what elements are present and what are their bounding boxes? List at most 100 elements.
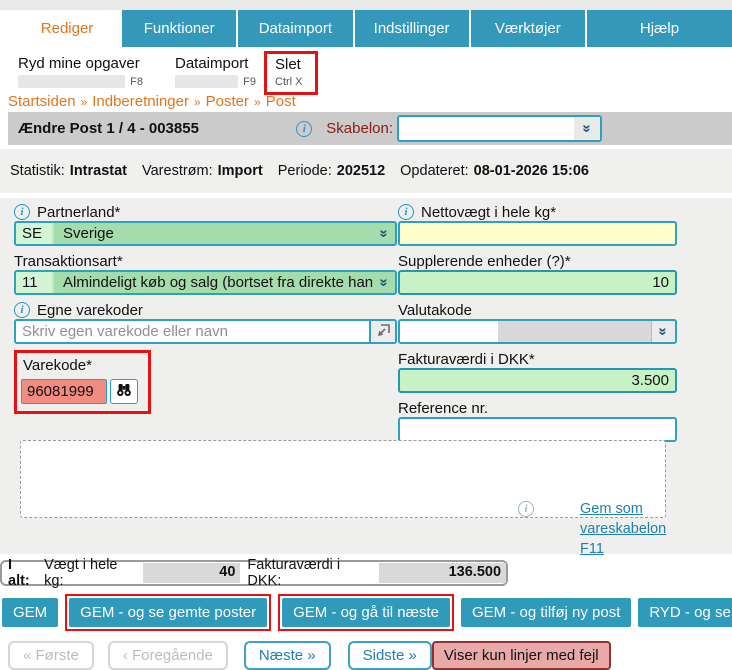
shortcut-row: Ctrl X xyxy=(275,76,303,88)
partnerland-label-row: i Partnerland* xyxy=(14,203,397,221)
shortcut-key: Ctrl X xyxy=(275,76,303,88)
tab-funktioner[interactable]: Funktioner xyxy=(122,10,236,47)
transaktionsart-select[interactable]: 11 Almindeligt køb og salg (bortset fra … xyxy=(14,270,397,295)
gem-og-se-gemte-poster-button[interactable]: GEM - og se gemte poster xyxy=(69,598,267,627)
totals-weight-label: Vægt i hele kg: xyxy=(44,557,138,589)
corner-arrow-icon xyxy=(377,324,390,340)
toolbar-item-label[interactable]: Slet xyxy=(275,56,303,73)
error-filter-badge[interactable]: Viser kun linjer med fejl xyxy=(432,641,611,670)
chevron-down-icon[interactable]: » xyxy=(373,272,395,293)
totals-weight-value: 40 xyxy=(143,563,241,583)
form-right-column: i Nettovægt i hele kg* Supplerende enhed… xyxy=(398,198,677,442)
breadcrumb: Startsiden » Indberetninger » Poster » Post xyxy=(0,87,732,108)
valutakode-label-row: Valutakode xyxy=(398,301,677,319)
valutakode-disabled-area xyxy=(498,321,651,342)
last-page-button[interactable]: Sidste » xyxy=(348,641,432,670)
valutakode-select[interactable]: » xyxy=(398,319,677,344)
info-icon[interactable]: i xyxy=(14,302,30,318)
gem-og-ga-til-naeste-button[interactable]: GEM - og gå til næste xyxy=(282,598,450,627)
comment-textarea[interactable] xyxy=(20,440,666,518)
reference-label-row: Reference nr. xyxy=(398,399,677,417)
tab-bar: Rediger Funktioner Dataimport Indstillin… xyxy=(0,10,732,47)
totals-invoice-label: Fakturaværdi i DKK: xyxy=(247,557,375,589)
toolbar-item-label[interactable]: Dataimport xyxy=(175,55,256,72)
tab-indstillinger[interactable]: Indstillinger xyxy=(355,10,469,47)
breadcrumb-separator: » xyxy=(194,95,201,109)
shortcut-row: F8 xyxy=(18,75,143,88)
periode-label: Periode: xyxy=(278,163,332,179)
chevron-down-icon[interactable]: » xyxy=(651,321,675,342)
info-icon[interactable]: i xyxy=(518,501,534,517)
save-as-template-link[interactable]: Gem som vareskabelon xyxy=(580,499,730,539)
varekode-search-button[interactable] xyxy=(110,379,138,404)
info-icon[interactable]: i xyxy=(296,121,312,137)
supplerende-label: Supplerende enheder (?)* xyxy=(398,253,571,270)
toolbar-item-dataimport[interactable]: Dataimport F9 xyxy=(175,55,256,88)
tab-hjaelp[interactable]: Hjælp xyxy=(587,10,732,47)
varekode-annotation-box: Varekode* xyxy=(14,350,151,414)
gem-og-tilfoj-ny-post-button[interactable]: GEM - og tilføj ny post xyxy=(461,598,631,627)
statistik-value: Intrastat xyxy=(70,163,127,179)
gem-button[interactable]: GEM xyxy=(2,598,58,627)
breadcrumb-indberetninger[interactable]: Indberetninger xyxy=(92,93,189,110)
totals-bar: I alt: Vægt i hele kg: 40 Fakturaværdi i… xyxy=(0,560,508,586)
breadcrumb-startsiden[interactable]: Startsiden xyxy=(8,93,76,110)
shortcut-strip xyxy=(18,75,125,88)
supplerende-label-row: Supplerende enheder (?)* xyxy=(398,252,677,270)
post-form: i Partnerland* SE Sverige » Transaktions… xyxy=(0,198,732,554)
shortcut-row: F9 xyxy=(175,75,256,88)
reference-label: Reference nr. xyxy=(398,400,488,417)
partnerland-name: Sverige xyxy=(54,223,373,244)
gem-ga-til-naeste-annotation-box: GEM - og gå til næste xyxy=(278,594,454,631)
template-select-value[interactable] xyxy=(399,117,574,140)
tab-dataimport[interactable]: Dataimport xyxy=(238,10,352,47)
page-title: Ændre Post 1 / 4 - 003855 xyxy=(8,120,199,137)
form-left-column: i Partnerland* SE Sverige » Transaktions… xyxy=(14,198,397,414)
breadcrumb-poster[interactable]: Poster xyxy=(206,93,249,110)
toolbar-item-slet-annotated[interactable]: Slet Ctrl X xyxy=(264,51,318,95)
fakturavaerdi-label: Fakturaværdi i DKK* xyxy=(398,351,535,368)
toolbar: Ryd mine opgaver F8 Dataimport F9 Slet C… xyxy=(0,47,732,87)
tab-vaerktojer[interactable]: Værktøjer xyxy=(471,10,585,47)
first-page-button[interactable]: « Første xyxy=(8,641,94,670)
transaktionsart-label: Transaktionsart* xyxy=(14,253,123,270)
statistik-label: Statistik: xyxy=(10,163,65,179)
totals-title: I alt: xyxy=(8,557,37,589)
valutakode-value xyxy=(400,321,498,342)
periode-value: 202512 xyxy=(337,163,385,179)
binoculars-icon xyxy=(116,383,132,400)
chevron-down-icon[interactable]: » xyxy=(373,223,395,244)
nettovaegt-input[interactable] xyxy=(398,221,677,246)
supplerende-input[interactable] xyxy=(398,270,677,295)
next-page-button[interactable]: Næste » xyxy=(244,641,331,670)
breadcrumb-post[interactable]: Post xyxy=(266,93,296,110)
info-icon[interactable]: i xyxy=(14,204,30,220)
toolbar-item-ryd-mine-opgaver[interactable]: Ryd mine opgaver F8 xyxy=(18,55,143,88)
shortcut-key: F9 xyxy=(243,76,256,88)
reference-input[interactable] xyxy=(398,417,677,442)
template-select[interactable]: » xyxy=(397,115,602,142)
breadcrumb-separator: » xyxy=(254,95,261,109)
chevron-down-icon[interactable]: » xyxy=(574,117,600,140)
info-icon[interactable]: i xyxy=(398,204,414,220)
previous-page-button[interactable]: ‹ Foregående xyxy=(108,641,228,670)
partnerland-label: Partnerland* xyxy=(37,204,120,221)
partnerland-code: SE xyxy=(16,223,54,244)
save-as-template-shortcut-link[interactable]: F11 xyxy=(580,539,730,559)
ryd-og-se-gemte-poster-button[interactable]: RYD - og se gemte poster xyxy=(638,598,732,627)
gem-se-gemte-annotation-box: GEM - og se gemte poster xyxy=(65,594,271,631)
totals-invoice-value: 136.500 xyxy=(379,563,506,583)
egne-varekoder-label: Egne varekoder xyxy=(37,302,143,319)
pagination-row: « Første ‹ Foregående Næste » Sidste » V… xyxy=(0,641,732,670)
breadcrumb-separator: » xyxy=(81,95,88,109)
fakturavaerdi-input[interactable] xyxy=(398,368,677,393)
toolbar-item-label[interactable]: Ryd mine opgaver xyxy=(18,55,143,72)
egne-varekoder-input[interactable] xyxy=(16,321,369,342)
shortcut-strip xyxy=(175,75,238,88)
insert-varekode-button[interactable] xyxy=(369,321,395,342)
transaktionsart-label-row: Transaktionsart* xyxy=(14,252,397,270)
varekode-input[interactable] xyxy=(21,379,107,404)
varekode-label: Varekode* xyxy=(23,357,138,374)
partnerland-select[interactable]: SE Sverige » xyxy=(14,221,397,246)
tab-rediger[interactable]: Rediger xyxy=(14,10,120,47)
